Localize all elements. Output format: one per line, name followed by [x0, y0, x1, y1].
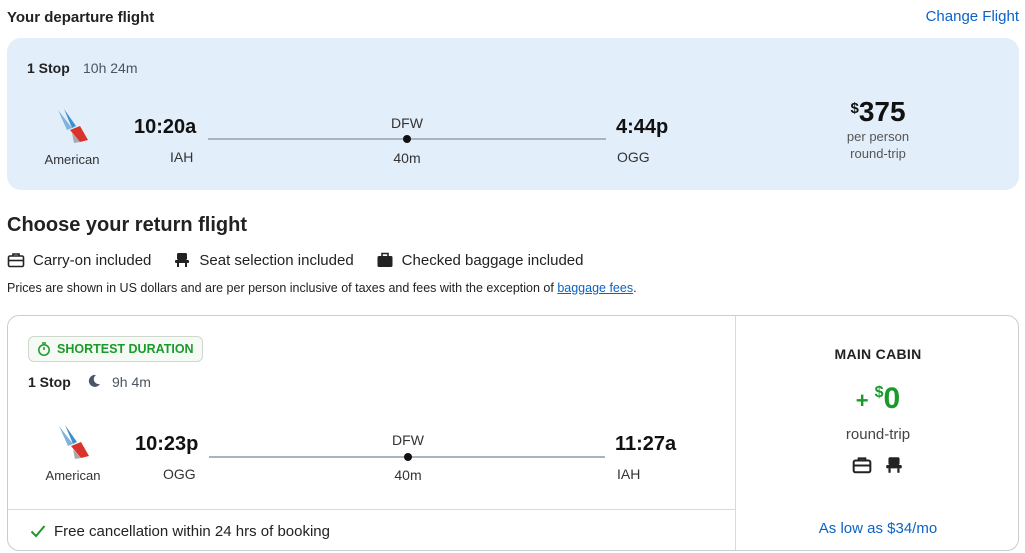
free-cancellation-row: Free cancellation within 24 hrs of booki…: [8, 509, 736, 550]
shortest-duration-badge: SHORTEST DURATION: [28, 336, 203, 362]
return-stop-dot: [404, 453, 412, 461]
inclusions-row: Carry-on included Seat selection include…: [7, 250, 605, 270]
seat-icon: [886, 457, 902, 473]
moon-icon: [88, 374, 100, 387]
departure-flight-card: 1 Stop 10h 24m American 10:20a IAH DFW 4…: [7, 38, 1019, 190]
airline-name: American: [45, 468, 101, 483]
inclusion-carry-on: Carry-on included: [7, 252, 151, 269]
pricing-note: Prices are shown in US dollars and are p…: [7, 281, 637, 295]
cabin-inclusion-icons: [736, 456, 1018, 474]
seat-icon: [175, 253, 190, 267]
departure-airline: American: [32, 106, 112, 167]
layover-duration: 40m: [393, 150, 421, 166]
price-currency: $: [850, 100, 859, 117]
return-section-title: Choose your return flight: [7, 214, 247, 236]
american-airlines-logo-icon: [59, 425, 89, 459]
return-depart-time: 10:23p: [135, 433, 199, 455]
fare-panel[interactable]: MAIN CABIN + $0 round-trip As low as $34/…: [736, 316, 1018, 550]
checked-bag-icon: [377, 252, 393, 267]
financing-link[interactable]: As low as $34/mo: [736, 520, 1018, 537]
baggage-fees-link[interactable]: baggage fees: [557, 281, 633, 295]
stop-dot: [403, 135, 411, 143]
price-per-person: per person: [846, 129, 910, 144]
change-flight-link[interactable]: Change Flight: [926, 8, 1019, 25]
return-arrive-time: 11:27a: [615, 433, 677, 455]
depart-airport-code: IAH: [170, 149, 194, 165]
free-cancellation-text: Free cancellation within 24 hrs of booki…: [54, 522, 330, 540]
return-duration: 9h 4m: [112, 374, 151, 390]
return-stops: 1 Stop: [28, 374, 71, 390]
return-layover-duration: 40m: [394, 467, 422, 483]
inclusion-label: Seat selection included: [199, 251, 354, 269]
arrive-airport-code: OGG: [617, 149, 650, 165]
cabin-class: MAIN CABIN: [834, 346, 922, 362]
badge-label: SHORTEST DURATION: [57, 342, 194, 356]
return-arrive-airport-code: IAH: [617, 466, 641, 482]
depart-time: 10:20a: [134, 116, 197, 138]
carry-on-bag-icon: [852, 457, 872, 474]
inclusion-label: Carry-on included: [33, 251, 152, 269]
inclusion-checked-bag: Checked baggage included: [376, 251, 584, 269]
departure-duration: 10h 24m: [83, 60, 138, 76]
fare-price-difference: + $0: [855, 382, 901, 415]
price-trip-type: round-trip: [850, 146, 906, 161]
inclusion-label: Checked baggage included: [401, 251, 584, 269]
return-airline: American: [33, 422, 113, 483]
arrive-time: 4:44p: [616, 116, 669, 138]
return-via-airport: DFW: [392, 432, 424, 448]
via-airport: DFW: [391, 115, 423, 131]
stopwatch-icon: [38, 342, 50, 356]
fare-trip-type: round-trip: [845, 426, 911, 443]
return-flight-card[interactable]: SHORTEST DURATION 1 Stop 9h 4m American …: [7, 315, 1019, 551]
return-flight-details: SHORTEST DURATION 1 Stop 9h 4m American …: [8, 316, 736, 550]
price-amount: 375: [858, 96, 906, 127]
american-airlines-logo-icon: [58, 109, 88, 143]
departure-header-title: Your departure flight: [7, 9, 155, 26]
departure-stops: 1 Stop: [27, 60, 70, 76]
inclusion-seat: Seat selection included: [173, 251, 354, 269]
airline-name: American: [44, 152, 100, 167]
checkmark-icon: [30, 525, 46, 538]
departure-price: $375 per person round-trip: [823, 96, 933, 162]
return-depart-airport-code: OGG: [163, 466, 196, 482]
carry-on-bag-icon: [7, 253, 25, 268]
